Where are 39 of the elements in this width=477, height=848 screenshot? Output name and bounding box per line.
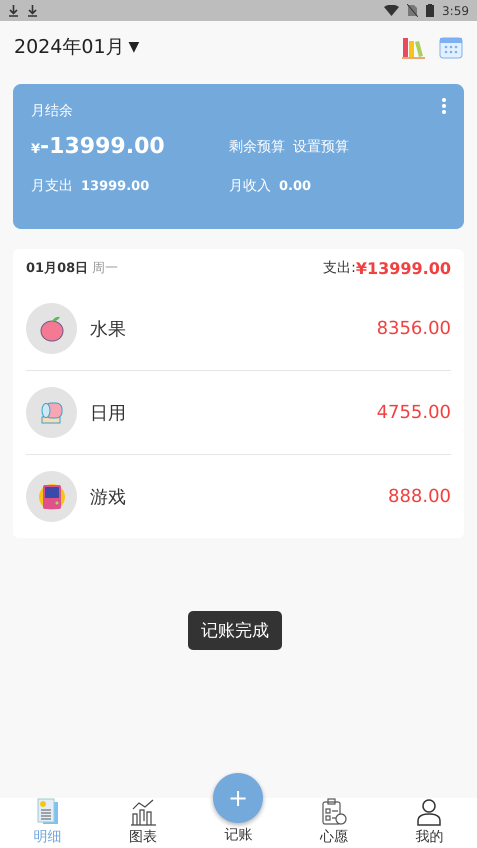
nav-tab[interactable]: 我的 [382, 798, 477, 845]
apple-icon [38, 314, 64, 342]
entry-amount: 4755.00 [376, 402, 451, 423]
category-name[interactable]: 水果 [90, 316, 377, 340]
month-selector[interactable]: 2024年01月 [14, 34, 125, 60]
chart-icon [129, 798, 158, 826]
status-time: 3:59 [442, 4, 469, 18]
entry-amount: 8356.00 [376, 318, 451, 339]
document-icon [36, 798, 60, 826]
entry-amount: 888.00 [388, 486, 451, 507]
wifi-icon [384, 5, 400, 16]
expense-label: 月支出 [31, 177, 73, 195]
income-amount: 0.00 [279, 179, 312, 194]
total-label: 支出: [323, 259, 356, 277]
income-label: 月收入 [229, 177, 271, 195]
expense-amount: 13999.00 [81, 179, 150, 194]
calendar-icon[interactable] [439, 35, 463, 59]
books-icon[interactable] [401, 35, 425, 59]
nav-tab[interactable]: 心愿 [286, 798, 382, 845]
category-name[interactable]: 日用 [90, 400, 377, 424]
dropdown-arrow[interactable]: ▼ [128, 39, 140, 55]
card-title: 月结余 [31, 102, 73, 120]
download-icon [8, 4, 19, 16]
battery-icon [426, 4, 434, 17]
balance-amount: ¥-13999.00 [31, 134, 165, 159]
nav-tab[interactable]: 图表 [95, 798, 191, 845]
game-console-icon [38, 482, 66, 510]
day-date: 01月08日 [26, 260, 88, 277]
category-name[interactable]: 游戏 [90, 484, 388, 508]
weekday: 周一 [92, 260, 118, 277]
person-icon [416, 798, 442, 826]
toilet-paper-icon [40, 400, 64, 424]
toast-message: 记账完成 [188, 611, 282, 650]
remaining-budget-label: 剩余预算 [229, 138, 285, 156]
day-total: ¥13999.00 [356, 258, 451, 278]
download-icon [27, 4, 38, 16]
nav-tab[interactable]: 记账 [190, 828, 286, 843]
no-sim-icon [407, 4, 418, 17]
more-icon[interactable] [442, 98, 446, 114]
